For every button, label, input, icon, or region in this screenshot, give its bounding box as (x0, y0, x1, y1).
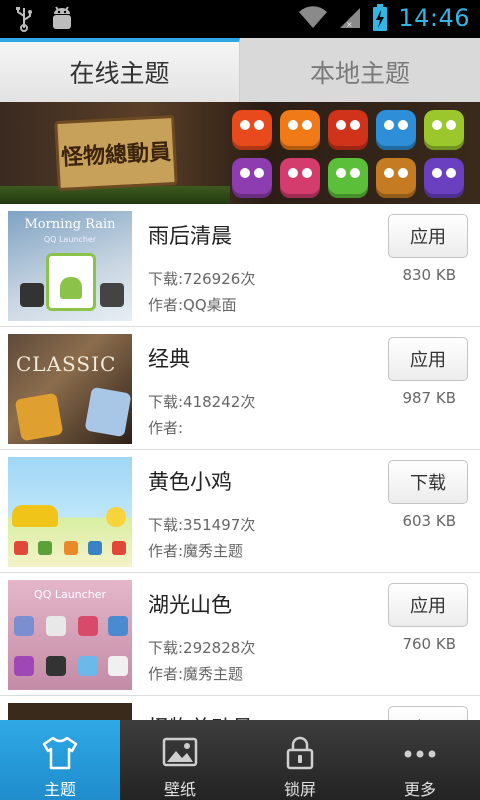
tshirt-icon (42, 736, 78, 770)
theme-thumbnail[interactable] (8, 457, 132, 567)
list-item[interactable]: QQ Launcher 湖光山色 下载:292828次 作者:魔秀主题 应用 7… (0, 573, 480, 696)
theme-downloads: 下载:726926次 (148, 270, 256, 288)
lock-icon (286, 736, 314, 770)
thumbnail-caption: QQ Launcher (34, 588, 106, 601)
featured-banner[interactable]: 怪物總動員 (0, 102, 480, 204)
chick-icon (106, 507, 126, 527)
list-item[interactable]: 黄色小鸡 下载:351497次 作者:魔秀主题 下载 603 KB (0, 450, 480, 573)
download-button[interactable]: 下载 (388, 460, 468, 504)
theme-author: 作者:魔秀主题 (148, 542, 244, 560)
tab-local-themes[interactable]: 本地主题 (240, 38, 480, 102)
app-icon (46, 656, 66, 676)
theme-size: 830 KB (402, 266, 456, 284)
banner-grass (0, 186, 230, 204)
nav-lockscreen[interactable]: 锁屏 (240, 720, 360, 800)
nav-more[interactable]: 更多 (360, 720, 480, 800)
monster-icon (424, 110, 464, 150)
monster-icon (280, 158, 320, 198)
theme-author: 作者: (148, 419, 184, 437)
car-icon (12, 505, 58, 527)
theme-author: 作者:魔秀主题 (148, 665, 244, 683)
theme-title: 怪物总动员 (148, 712, 253, 720)
wifi-icon (299, 6, 328, 28)
nav-label: 主题 (43, 780, 76, 799)
apply-button[interactable]: 应用 (388, 583, 468, 627)
app-icon (46, 616, 66, 636)
status-right-icons: × 14:46 (298, 4, 470, 32)
thumbnail-caption: CLASSIC (16, 352, 117, 376)
app-icon (108, 656, 128, 676)
status-left-icons (14, 6, 74, 32)
box-icon (14, 392, 64, 442)
theme-thumbnail[interactable]: QQ Launcher (8, 580, 132, 690)
bottom-nav: 主题 壁纸 锁屏 更多 (0, 720, 480, 800)
nav-label: 壁纸 (163, 780, 196, 799)
android-icon (60, 277, 82, 299)
thumbnail-caption: Morning Rain (24, 217, 116, 232)
android-debug-icon (53, 6, 71, 29)
banner-sign: 怪物總動員 (54, 114, 178, 192)
svg-text:×: × (346, 20, 353, 29)
nav-wallpaper[interactable]: 壁纸 (120, 720, 240, 800)
monster-icon (376, 110, 416, 150)
status-time: 14:46 (398, 4, 470, 32)
app-icon (88, 541, 102, 555)
app-icon (112, 541, 126, 555)
list-item[interactable]: Morning Rain QQ Launcher 雨后清晨 下载:726926次… (0, 204, 480, 327)
nav-themes[interactable]: 主题 (0, 720, 120, 800)
picture-icon (162, 737, 198, 767)
monster-icon (424, 158, 464, 198)
app-icon (14, 541, 28, 555)
battery-charging-icon (373, 4, 388, 31)
thumbnail-subcaption: QQ Launcher (43, 235, 97, 244)
theme-author: 作者:QQ桌面 (148, 296, 237, 314)
monster-icon (328, 158, 368, 198)
app-icon (14, 656, 34, 676)
tab-online-themes[interactable]: 在线主题 (0, 38, 240, 102)
banner-sign-text: 怪物總動員 (60, 139, 172, 171)
theme-thumbnail[interactable]: Morning Rain QQ Launcher (8, 211, 132, 321)
monster-icon (280, 110, 320, 150)
theme-downloads: 下载:351497次 (148, 516, 256, 534)
theme-downloads: 下载:292828次 (148, 639, 256, 657)
theme-size: 603 KB (402, 512, 456, 530)
status-bar: × 14:46 (0, 0, 480, 38)
cd-icon (20, 283, 44, 307)
signal-icon: × (340, 8, 361, 29)
disc-icon (84, 386, 132, 438)
usb-icon (16, 7, 32, 32)
theme-size: 760 KB (402, 635, 456, 653)
nav-label: 更多 (403, 780, 436, 799)
monster-icon (328, 110, 368, 150)
more-icon (404, 750, 436, 758)
apply-button[interactable]: 应用 (388, 337, 468, 381)
apply-button[interactable]: 应用 (388, 214, 468, 258)
theme-size: 987 KB (402, 389, 456, 407)
theme-title: 黄色小鸡 (148, 470, 232, 494)
theme-thumbnail[interactable]: CLASSIC (8, 334, 132, 444)
list-item[interactable]: 怪物总动员 应用 (0, 696, 480, 720)
app-icon (38, 541, 52, 555)
monster-icon (376, 158, 416, 198)
app-icon (78, 616, 98, 636)
theme-downloads: 下载:418242次 (148, 393, 256, 411)
theme-thumbnail[interactable] (8, 703, 132, 720)
monster-icon (232, 110, 272, 150)
list-item[interactable]: CLASSIC 经典 下载:418242次 作者: 应用 987 KB (0, 327, 480, 450)
app-icon (78, 656, 98, 676)
app-icon (64, 541, 78, 555)
cd-icon (100, 283, 124, 307)
theme-tabs: 在线主题 本地主题 (0, 38, 480, 102)
banner-monster-icons (232, 110, 472, 198)
theme-title: 雨后清晨 (148, 224, 232, 248)
theme-list[interactable]: Morning Rain QQ Launcher 雨后清晨 下载:726926次… (0, 204, 480, 720)
app-icon (108, 616, 128, 636)
theme-title: 湖光山色 (148, 593, 232, 617)
nav-label: 锁屏 (283, 780, 316, 799)
app-icon (14, 616, 34, 636)
theme-title: 经典 (148, 347, 190, 371)
monster-icon (232, 158, 272, 198)
apply-button[interactable]: 应用 (388, 706, 468, 720)
